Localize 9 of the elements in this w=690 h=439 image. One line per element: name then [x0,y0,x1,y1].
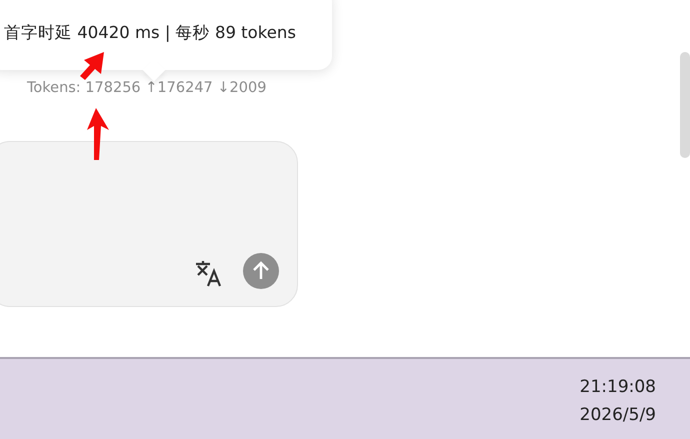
send-button[interactable] [243,253,279,289]
tooltip-text: 首字时延 40420 ms | 每秒 89 tokens [4,23,296,42]
token-stats: Tokens: 178256 ↑176247 ↓2009 [27,80,266,96]
scrollbar-thumb[interactable] [680,52,690,158]
message-input[interactable] [0,141,298,307]
clock-time[interactable]: 21:19:08 [580,373,656,401]
clock-date[interactable]: 2026/5/9 [580,401,656,429]
annotation-arrow-icon [86,108,110,162]
arrow-up-icon [252,261,270,281]
